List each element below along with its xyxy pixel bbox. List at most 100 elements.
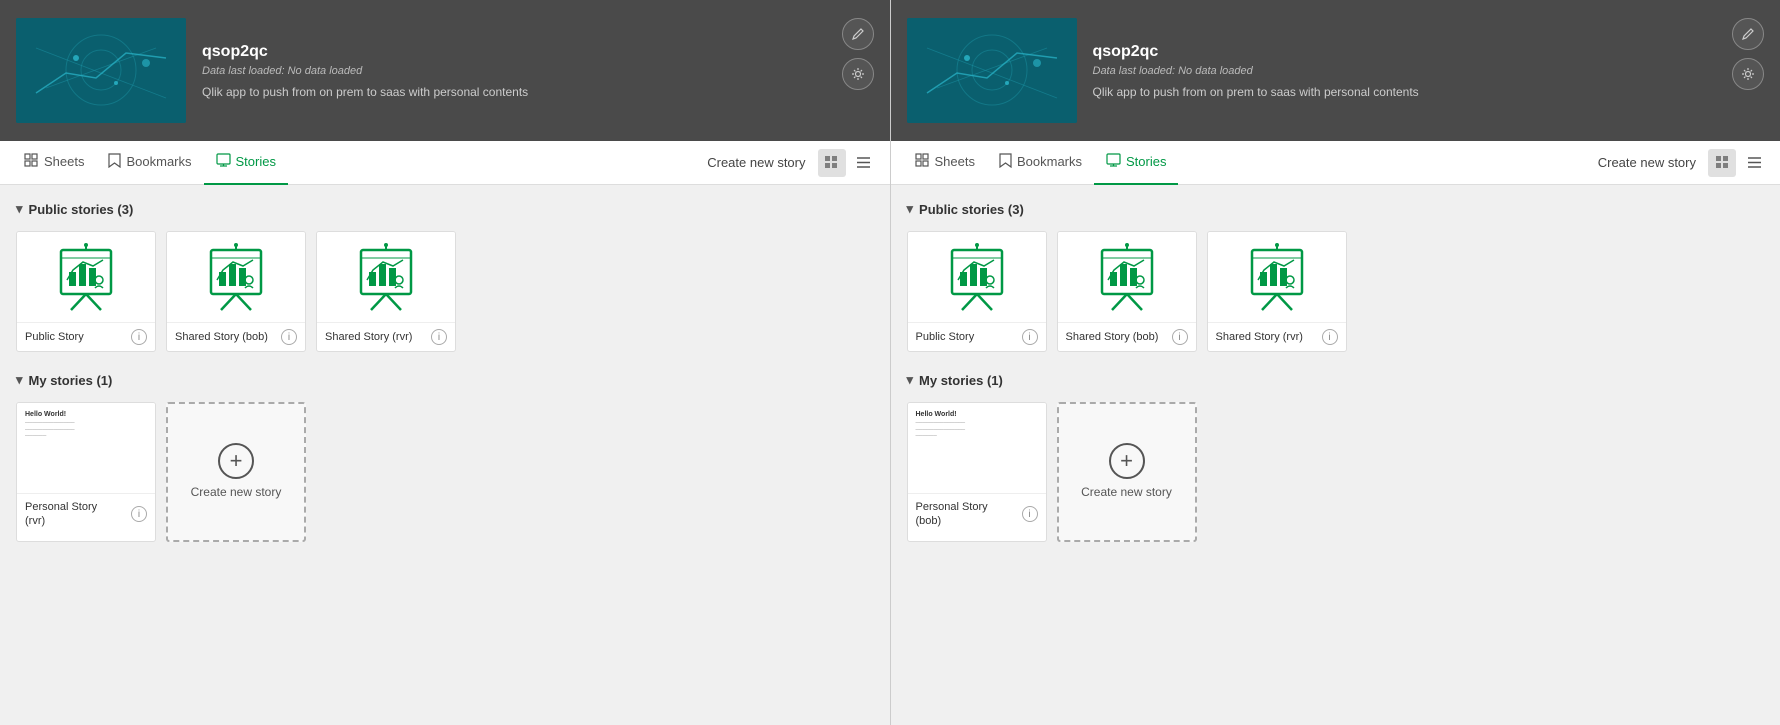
story-card-thumbnail: [1058, 232, 1196, 322]
story-info-icon[interactable]: i: [131, 329, 147, 345]
public-stories-header: ▾ Public stories (3): [16, 201, 874, 217]
tab-sheets-label: Sheets: [935, 154, 975, 169]
app-info: qsop2qcData last loaded: No data loadedQ…: [202, 43, 874, 99]
personal-story-thumbnail: Hello World!────────────────────────────…: [17, 403, 155, 493]
personal-story-info-icon[interactable]: i: [1022, 506, 1038, 522]
story-card-name: Public Story: [916, 330, 1018, 344]
tab-sheets-label: Sheets: [44, 154, 84, 169]
tab-stories-icon: [216, 153, 231, 171]
tab-bookmarks-label: Bookmarks: [1017, 154, 1082, 169]
personal-story-name: Personal Story (bob): [916, 500, 1018, 529]
story-card-thumbnail: [167, 232, 305, 322]
app-description: Qlik app to push from on prem to saas wi…: [1093, 85, 1765, 99]
story-card-footer: Shared Story (bob)i: [1058, 322, 1196, 351]
plus-circle-icon: +: [1109, 443, 1145, 479]
personal-story-footer: Personal Story (bob)i: [908, 493, 1046, 535]
app-thumbnail: [907, 18, 1077, 123]
tab-bookmarks-label: Bookmarks: [126, 154, 191, 169]
story-card[interactable]: Shared Story (rvr) i: [316, 231, 456, 352]
my-stories-grid: Hello World!────────────────────────────…: [16, 402, 874, 542]
story-info-icon[interactable]: i: [1022, 329, 1038, 345]
list-view-button[interactable]: [850, 149, 878, 177]
my-stories-grid: Hello World!────────────────────────────…: [907, 402, 1765, 542]
story-card[interactable]: Public Story i: [907, 231, 1047, 352]
personal-story-card[interactable]: Hello World!────────────────────────────…: [16, 402, 156, 542]
edit-icon-button[interactable]: [1732, 18, 1764, 50]
tab-sheets-icon: [24, 153, 39, 171]
story-card-footer: Shared Story (rvr) i: [317, 322, 455, 351]
create-new-story-card[interactable]: +Create new story: [166, 402, 306, 542]
panel-right: qsop2qcData last loaded: No data loadedQ…: [891, 0, 1780, 725]
plus-circle-icon: +: [218, 443, 254, 479]
story-card-footer: Public Storyi: [17, 322, 155, 351]
my-stories-header: ▾ My stories (1): [16, 372, 874, 388]
personal-story-name: Personal Story (rvr): [25, 500, 127, 529]
public-stories-label: Public stories (3): [29, 202, 134, 217]
chevron-down-icon: ▾: [16, 372, 23, 388]
header-icons: [1732, 18, 1764, 90]
tab-bookmarks[interactable]: Bookmarks: [96, 141, 203, 185]
personal-story-thumbnail: Hello World!────────────────────────────…: [908, 403, 1046, 493]
data-loaded-label: Data last loaded: No data loaded: [202, 65, 874, 77]
story-info-icon[interactable]: i: [281, 329, 297, 345]
tabs-bar: Sheets Bookmarks Stories Create new story: [891, 141, 1780, 185]
story-info-icon[interactable]: i: [1322, 329, 1338, 345]
list-view-button[interactable]: [1740, 149, 1768, 177]
story-card[interactable]: Shared Story (bob)i: [166, 231, 306, 352]
chevron-down-icon: ▾: [907, 372, 914, 388]
tab-stories-label: Stories: [236, 154, 276, 169]
tab-stories[interactable]: Stories: [204, 141, 288, 185]
app-name: qsop2qc: [202, 43, 874, 61]
public-stories-label: Public stories (3): [919, 202, 1024, 217]
tab-sheets-icon: [915, 153, 930, 171]
story-info-icon[interactable]: i: [431, 329, 447, 345]
my-stories-label: My stories (1): [919, 373, 1003, 388]
settings-icon-button[interactable]: [1732, 58, 1764, 90]
create-new-story-card[interactable]: + Create new story: [1057, 402, 1197, 542]
story-card[interactable]: Shared Story (bob)i: [1057, 231, 1197, 352]
tab-stories-label: Stories: [1126, 154, 1166, 169]
story-card[interactable]: Public Storyi: [16, 231, 156, 352]
story-card-footer: Shared Story (rvr)i: [1208, 322, 1346, 351]
tab-sheets[interactable]: Sheets: [12, 141, 96, 185]
tab-bookmarks-icon: [108, 153, 121, 171]
story-info-icon[interactable]: i: [1172, 329, 1188, 345]
content-area: ▾ Public stories (3) Public Storyi: [0, 185, 890, 725]
my-stories-section: ▾ My stories (1) Hello World!─────────────…: [16, 372, 874, 542]
my-stories-header: ▾ My stories (1): [907, 372, 1765, 388]
header-icons: [842, 18, 874, 90]
my-stories-label: My stories (1): [29, 373, 113, 388]
settings-icon-button[interactable]: [842, 58, 874, 90]
create-story-header-button[interactable]: Create new story: [707, 155, 805, 170]
panel-left: qsop2qcData last loaded: No data loadedQ…: [0, 0, 891, 725]
content-area: ▾Public stories (3) Public Storyi: [891, 185, 1780, 725]
grid-view-button[interactable]: [1708, 149, 1736, 177]
story-card-thumbnail: [17, 232, 155, 322]
tab-bookmarks-icon: [999, 153, 1012, 171]
public-stories-grid: Public Storyi Shared Story (bob)i: [16, 231, 874, 352]
tabs-bar: Sheets Bookmarks Stories Create new story: [0, 141, 890, 185]
view-toggle-icons: [818, 149, 878, 177]
personal-story-info-icon[interactable]: i: [131, 506, 147, 522]
story-card-name: Shared Story (rvr): [325, 330, 427, 344]
edit-icon-button[interactable]: [842, 18, 874, 50]
app-header: qsop2qcData last loaded: No data loadedQ…: [891, 0, 1780, 141]
personal-story-card[interactable]: Hello World!────────────────────────────…: [907, 402, 1047, 542]
create-new-story-label: Create new story: [1081, 485, 1172, 501]
create-story-header-button[interactable]: Create new story: [1598, 155, 1696, 170]
public-stories-section: ▾ Public stories (3) Public Storyi: [16, 201, 874, 352]
app-info: qsop2qcData last loaded: No data loadedQ…: [1093, 43, 1765, 99]
story-card-thumbnail: [908, 232, 1046, 322]
view-toggle-icons: [1708, 149, 1768, 177]
public-stories-header: ▾Public stories (3): [907, 201, 1765, 217]
my-stories-section: ▾ My stories (1) Hello World!─────────────…: [907, 372, 1765, 542]
grid-view-button[interactable]: [818, 149, 846, 177]
tab-stories-icon: [1106, 153, 1121, 171]
story-card[interactable]: Shared Story (rvr)i: [1207, 231, 1347, 352]
app-name: qsop2qc: [1093, 43, 1765, 61]
tab-sheets[interactable]: Sheets: [903, 141, 987, 185]
chevron-down-icon: ▾: [16, 201, 23, 217]
app-header: qsop2qcData last loaded: No data loadedQ…: [0, 0, 890, 141]
tab-bookmarks[interactable]: Bookmarks: [987, 141, 1094, 185]
tab-stories[interactable]: Stories: [1094, 141, 1178, 185]
